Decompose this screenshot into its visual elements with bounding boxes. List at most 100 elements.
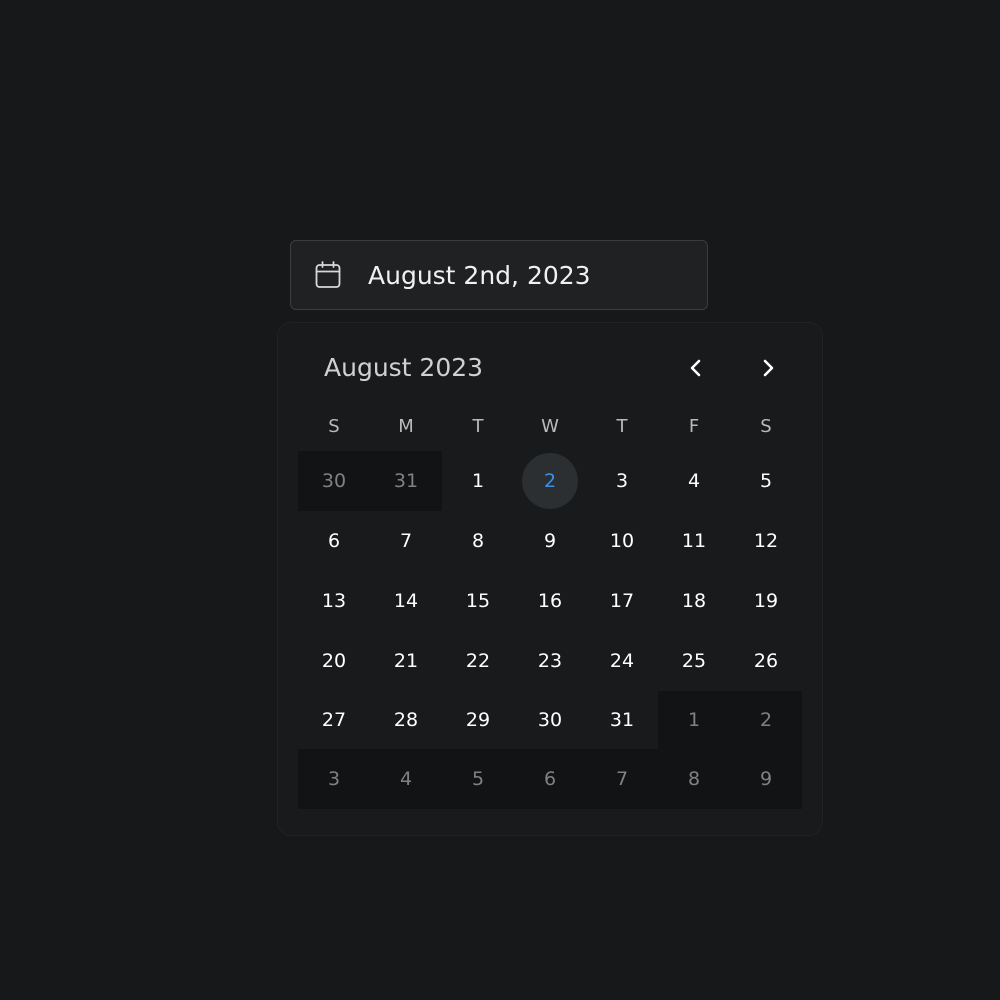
weekday-label: M (398, 416, 414, 437)
weekday-header: S M T W T F S (298, 413, 802, 441)
day-cell[interactable]: 30 (514, 691, 586, 749)
day-number: 25 (681, 650, 707, 672)
day-cell[interactable]: 31 (586, 691, 658, 749)
day-cell[interactable]: 28 (370, 691, 442, 749)
previous-month-button[interactable] (681, 355, 711, 385)
day-number: 30 (537, 709, 563, 731)
day-cell-outside[interactable]: 7 (586, 749, 658, 809)
day-number: 29 (465, 709, 491, 731)
weekday-label: S (760, 416, 772, 437)
date-input[interactable]: August 2nd, 2023 (290, 240, 708, 310)
day-cell-outside[interactable]: 8 (658, 749, 730, 809)
day-cell[interactable]: 21 (370, 631, 442, 691)
day-number: 14 (393, 590, 419, 612)
day-cell[interactable]: 17 (586, 571, 658, 631)
day-number: 5 (759, 470, 773, 492)
day-cell[interactable]: 18 (658, 571, 730, 631)
day-cell-outside[interactable]: 3 (298, 749, 370, 809)
day-number: 7 (399, 530, 413, 552)
next-month-button[interactable] (753, 355, 783, 385)
weekday-label: T (472, 416, 484, 437)
day-number: 28 (393, 709, 419, 731)
day-cell[interactable]: 27 (298, 691, 370, 749)
day-cell[interactable]: 16 (514, 571, 586, 631)
day-number: 2 (543, 470, 557, 492)
day-cell[interactable]: 23 (514, 631, 586, 691)
day-cell[interactable]: 14 (370, 571, 442, 631)
day-cell[interactable]: 20 (298, 631, 370, 691)
chevron-left-icon (689, 358, 703, 382)
day-number: 31 (393, 470, 419, 492)
day-number: 4 (687, 470, 701, 492)
day-cell[interactable]: 6 (298, 511, 370, 571)
day-number: 4 (399, 768, 413, 790)
day-number: 30 (321, 470, 347, 492)
day-cell[interactable]: 1 (442, 451, 514, 511)
day-cell[interactable]: 25 (658, 631, 730, 691)
day-number: 15 (465, 590, 491, 612)
chevron-right-icon (761, 358, 775, 382)
day-number: 13 (321, 590, 347, 612)
weekday-label: T (616, 416, 628, 437)
day-cell-outside[interactable]: 9 (730, 749, 802, 809)
day-number: 8 (471, 530, 485, 552)
day-number: 16 (537, 590, 563, 612)
day-number: 1 (471, 470, 485, 492)
day-number: 3 (615, 470, 629, 492)
weekday-label: S (328, 416, 340, 437)
day-cell[interactable]: 5 (730, 451, 802, 511)
day-number: 8 (687, 768, 701, 790)
day-number: 6 (543, 768, 557, 790)
day-cell[interactable]: 9 (514, 511, 586, 571)
day-number: 6 (327, 530, 341, 552)
day-number: 1 (687, 709, 701, 731)
day-cell-outside[interactable]: 2 (730, 691, 802, 749)
day-number: 18 (681, 590, 707, 612)
day-number: 27 (321, 709, 347, 731)
day-number: 7 (615, 768, 629, 790)
weekday-label: W (541, 416, 559, 437)
day-cell[interactable]: 15 (442, 571, 514, 631)
day-number: 21 (393, 650, 419, 672)
day-cell-outside[interactable]: 6 (514, 749, 586, 809)
day-cell-outside[interactable]: 1 (658, 691, 730, 749)
day-number: 11 (681, 530, 707, 552)
day-cell[interactable]: 11 (658, 511, 730, 571)
day-cell[interactable]: 12 (730, 511, 802, 571)
day-number: 3 (327, 768, 341, 790)
day-cell[interactable]: 29 (442, 691, 514, 749)
day-number: 9 (543, 530, 557, 552)
calendar-icon (315, 261, 341, 289)
day-cell[interactable]: 3 (586, 451, 658, 511)
weekday-label: F (688, 416, 700, 437)
day-number: 22 (465, 650, 491, 672)
day-number: 9 (759, 768, 773, 790)
day-number: 19 (753, 590, 779, 612)
day-cell-outside[interactable]: 30 (298, 451, 370, 511)
day-cell[interactable]: 19 (730, 571, 802, 631)
day-number: 20 (321, 650, 347, 672)
day-cell[interactable]: 13 (298, 571, 370, 631)
day-number: 10 (609, 530, 635, 552)
day-cell-outside[interactable]: 5 (442, 749, 514, 809)
day-cell[interactable]: 22 (442, 631, 514, 691)
date-input-value: August 2nd, 2023 (368, 260, 591, 290)
day-cell[interactable]: 7 (370, 511, 442, 571)
day-cell-outside[interactable]: 31 (370, 451, 442, 511)
day-number: 24 (609, 650, 635, 672)
day-cell[interactable]: 4 (658, 451, 730, 511)
day-number: 23 (537, 650, 563, 672)
day-number: 17 (609, 590, 635, 612)
day-cell[interactable]: 10 (586, 511, 658, 571)
day-cell-outside[interactable]: 4 (370, 749, 442, 809)
day-grid: 30 31 1 2 3 4 5 6 7 8 9 10 11 12 13 14 15 16 17 18 19 20 21 22 2… (298, 451, 802, 809)
day-number: 5 (471, 768, 485, 790)
month-title: August 2023 (324, 353, 484, 382)
day-cell-selected[interactable]: 2 (514, 451, 586, 511)
day-cell[interactable]: 8 (442, 511, 514, 571)
day-cell[interactable]: 24 (586, 631, 658, 691)
day-cell[interactable]: 26 (730, 631, 802, 691)
calendar-popover: August 2023 S M T W T F S 30 31 1 2 3 4 5 6 7 8 9 1… (277, 322, 823, 836)
day-number: 2 (759, 709, 773, 731)
day-number: 31 (609, 709, 635, 731)
